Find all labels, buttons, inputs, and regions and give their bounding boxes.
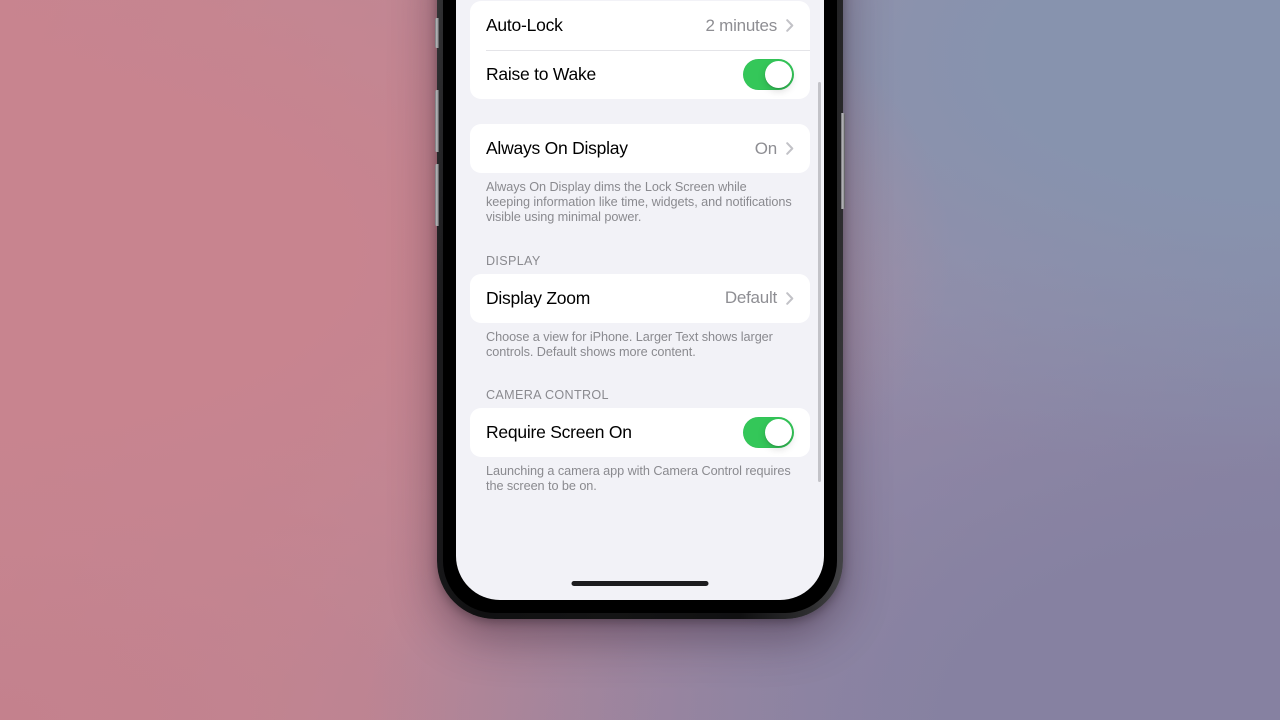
- row-display-zoom[interactable]: Display Zoom Default: [470, 274, 810, 323]
- always-on-display-footnote: Always On Display dims the Lock Screen w…: [486, 180, 792, 225]
- settings-group-camera-control: Require Screen On: [470, 408, 810, 458]
- screen-bezel: Night Shift Off Auto-Lock 2 minutes: [443, 0, 837, 613]
- row-label: Require Screen On: [486, 422, 632, 443]
- settings-group-display: Display Zoom Default: [470, 273, 810, 323]
- row-always-on-display[interactable]: Always On Display On: [470, 124, 810, 173]
- raise-to-wake-toggle[interactable]: [743, 59, 794, 90]
- ring-silent-switch[interactable]: [435, 18, 439, 48]
- side-power-button[interactable]: [841, 113, 845, 209]
- chevron-right-icon: [786, 291, 794, 305]
- vertical-scrollbar[interactable]: [818, 82, 821, 482]
- camera-control-footnote: Launching a camera app with Camera Contr…: [486, 464, 791, 494]
- chevron-right-icon: [786, 19, 794, 32]
- section-header-display: DISPLAY: [486, 253, 541, 268]
- row-require-screen-on[interactable]: Require Screen On: [470, 408, 810, 457]
- home-indicator[interactable]: [571, 581, 709, 586]
- row-auto-lock[interactable]: Auto-Lock 2 minutes: [470, 1, 810, 50]
- require-screen-on-toggle[interactable]: [743, 417, 794, 449]
- row-label: Always On Display: [486, 138, 628, 158]
- display-brightness-settings-list: Night Shift Off Auto-Lock 2 minutes: [456, 0, 824, 534]
- iphone-device-frame: Night Shift Off Auto-Lock 2 minutes: [435, 0, 845, 619]
- toggle-knob: [765, 61, 792, 88]
- volume-down-button[interactable]: [435, 164, 439, 226]
- row-raise-to-wake[interactable]: Raise to Wake: [470, 50, 810, 99]
- settings-group-always-on-display: Always On Display On: [470, 124, 810, 173]
- iphone-screen: Night Shift Off Auto-Lock 2 minutes: [456, 0, 824, 600]
- row-label: Raise to Wake: [486, 64, 597, 84]
- toggle-knob: [765, 419, 792, 447]
- row-value: Default: [724, 288, 777, 308]
- row-value: On: [754, 138, 777, 158]
- row-label: Auto-Lock: [486, 15, 563, 35]
- section-header-camera-control: CAMERA CONTROL: [486, 388, 609, 403]
- row-label: Display Zoom: [486, 287, 591, 308]
- row-value: 2 minutes: [705, 15, 777, 35]
- chevron-right-icon: [786, 142, 794, 155]
- display-zoom-footnote: Choose a view for iPhone. Larger Text sh…: [486, 329, 773, 359]
- volume-up-button[interactable]: [435, 90, 439, 152]
- settings-group-lock: Auto-Lock 2 minutes Raise to Wake: [470, 1, 810, 99]
